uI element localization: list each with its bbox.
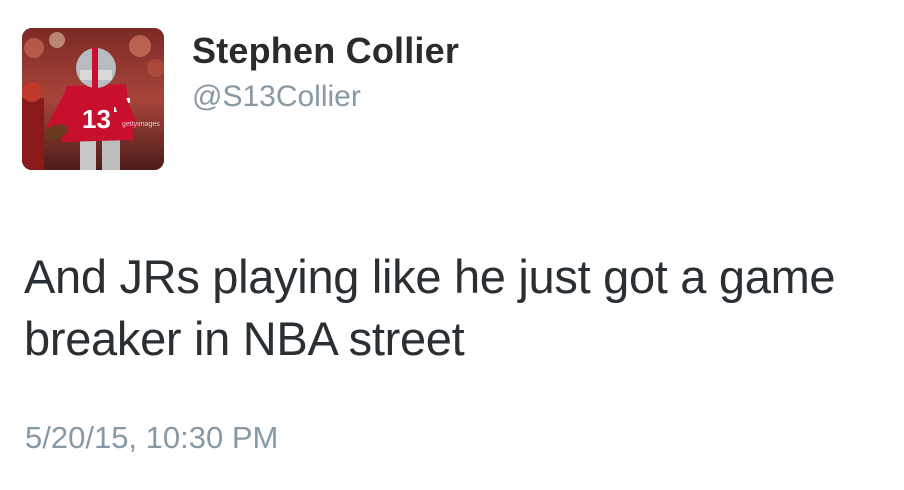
author-name[interactable]: Stephen Collier (192, 30, 459, 72)
svg-text:gettyimages: gettyimages (122, 121, 160, 128)
tweet-card: 13 gettyimages Stephen Collier @S13Colli… (0, 0, 904, 490)
profile-avatar[interactable]: 13 gettyimages (22, 28, 164, 170)
tweet-timestamp[interactable]: 5/20/15, 10:30 PM (25, 420, 278, 456)
svg-text:13: 13 (82, 104, 111, 134)
avatar-image: 13 gettyimages (22, 28, 164, 170)
author-handle[interactable]: @S13Collier (192, 80, 361, 114)
tweet-text: And JRs playing like he just got a game … (24, 250, 836, 365)
